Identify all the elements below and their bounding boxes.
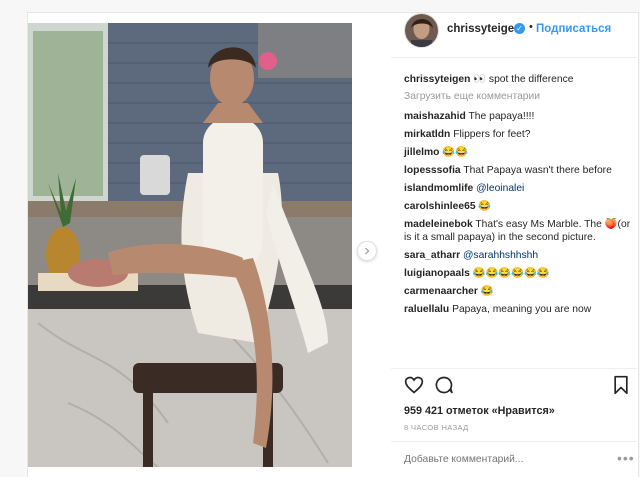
comment-text: 😂: [475, 201, 492, 212]
post-header: chrissyteigen ✓ • Подписаться: [391, 13, 637, 51]
load-more-comments-link[interactable]: Загрузить еще комментарии: [404, 91, 632, 102]
hair-flower: [259, 52, 277, 70]
verified-badge-icon: ✓: [514, 23, 525, 34]
comment-item: jillelmo 😂😂: [404, 146, 632, 159]
comment-item: carolshinlee65 😂: [404, 200, 632, 213]
comment-box-divider: [391, 441, 637, 442]
comment-icon[interactable]: [434, 375, 454, 395]
comment-item: sara_atharr @sarahhshhshh: [404, 249, 632, 262]
comment-username[interactable]: carolshinlee65: [404, 201, 476, 212]
comment-text: 😂😂😂😂😂😂: [469, 268, 550, 279]
post-side-panel: chrissyteigen ✓ • Подписаться chrissytei…: [391, 13, 637, 477]
comment-item: mirkatldn Flippers for feet?: [404, 128, 632, 141]
comment-text: 😂😂: [439, 147, 468, 158]
comment-item: lopesssofia That Papaya wasn't there bef…: [404, 164, 632, 177]
comment-text: Papaya, meaning you are now: [449, 304, 592, 315]
caption-username[interactable]: chrissyteigen: [404, 74, 470, 85]
photo-illustration: [28, 23, 352, 467]
range-hood: [258, 23, 352, 78]
action-bar: [404, 375, 632, 397]
more-options-button[interactable]: •••: [617, 450, 635, 466]
header-divider: [391, 57, 637, 58]
comment-username[interactable]: maishazahid: [404, 111, 466, 122]
comment-username[interactable]: sara_atharr: [404, 250, 460, 261]
comment-list: chrissyteigen 👀 spot the difference Загр…: [404, 73, 632, 321]
bookmark-icon[interactable]: [612, 375, 630, 395]
post-card: chrissyteigen ✓ • Подписаться chrissytei…: [27, 12, 639, 477]
like-count[interactable]: 959 421 отметок «Нравится»: [404, 405, 555, 417]
avatar-image: [405, 14, 438, 47]
caption: chrissyteigen 👀 spot the difference: [404, 73, 632, 86]
comment-item: madeleinebok That's easy Ms Marble. The …: [404, 218, 632, 244]
follow-button[interactable]: Подписаться: [536, 23, 611, 35]
chevron-right-icon: [365, 247, 370, 255]
comment-text: The papaya!!!!: [465, 111, 535, 122]
mention-link[interactable]: @sarahhshhshh: [463, 250, 538, 261]
stool-leg: [143, 393, 153, 467]
kettle: [140, 155, 170, 195]
caption-text: 👀 spot the difference: [470, 74, 574, 85]
comment-username[interactable]: raluellalu: [404, 304, 449, 315]
comment-item: luigianopaals 😂😂😂😂😂😂: [404, 267, 632, 280]
comment-username[interactable]: jillelmo: [404, 147, 439, 158]
comment-text: 😂: [477, 286, 494, 297]
comment-item: maishazahid The papaya!!!!: [404, 110, 632, 123]
swimsuit: [203, 118, 263, 268]
carousel-next-button[interactable]: [357, 241, 377, 261]
separator-dot: •: [529, 21, 533, 33]
post-timestamp[interactable]: 8 ЧАСОВ НАЗАД: [404, 423, 469, 432]
comment-username[interactable]: lopesssofia: [404, 165, 461, 176]
comment-username[interactable]: islandmomlife: [404, 183, 473, 194]
comment-username[interactable]: luigianopaals: [404, 268, 470, 279]
mention-link[interactable]: @leoinalei: [476, 183, 524, 194]
comment-username[interactable]: carmenaarcher: [404, 286, 478, 297]
comment-item: carmenaarcher 😂: [404, 285, 632, 298]
comment-username[interactable]: mirkatldn: [404, 129, 450, 140]
add-comment-input[interactable]: [404, 454, 628, 465]
comment-item: raluellalu Papaya, meaning you are now: [404, 303, 632, 316]
comment-text: Flippers for feet?: [450, 129, 531, 140]
username[interactable]: chrissyteigen: [447, 23, 521, 35]
actions-divider: [391, 368, 637, 369]
window-plants: [33, 31, 103, 196]
post-photo[interactable]: [28, 23, 352, 467]
comment-username[interactable]: madeleinebok: [404, 219, 473, 230]
comment-text: That Papaya wasn't there before: [460, 165, 612, 176]
heart-icon[interactable]: [404, 375, 424, 395]
comment-item: islandmomlife @leoinalei: [404, 182, 632, 195]
avatar[interactable]: [404, 13, 439, 48]
